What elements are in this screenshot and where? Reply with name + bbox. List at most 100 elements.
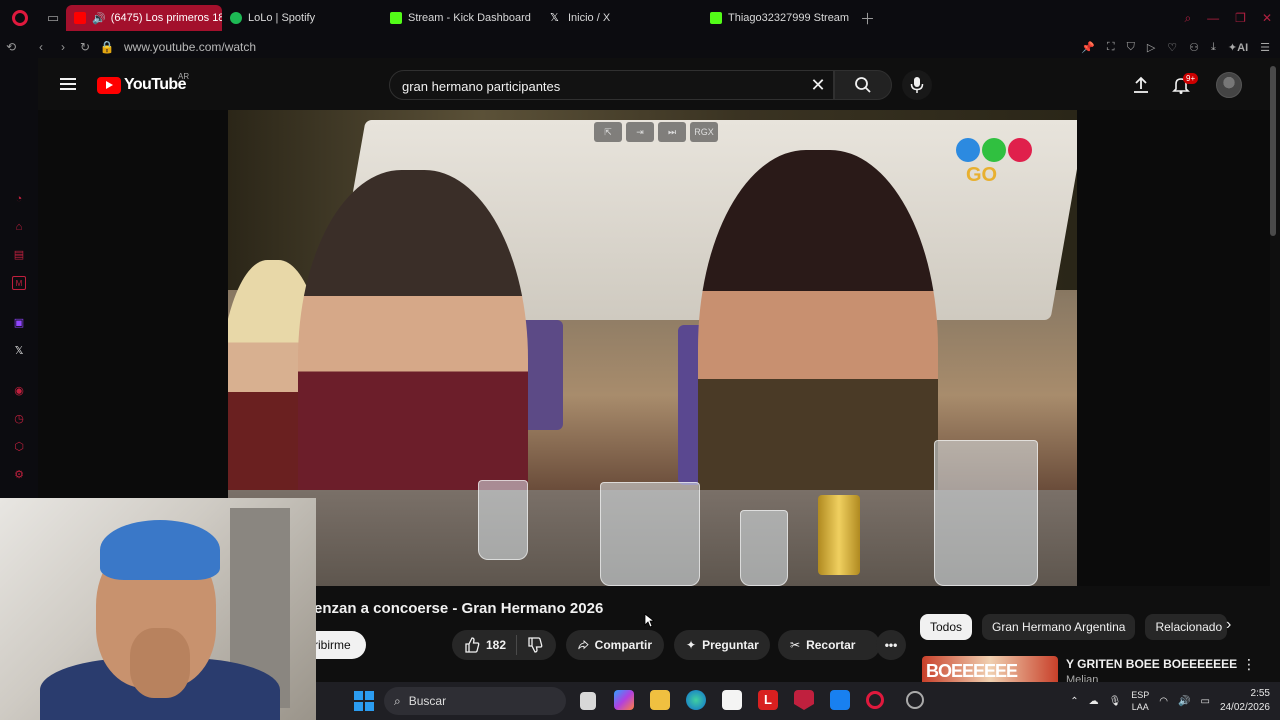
guide-menu-icon[interactable] <box>60 78 76 90</box>
volume-icon[interactable]: 🔊 <box>1178 696 1190 707</box>
sparkle-icon: ✦ <box>686 638 697 652</box>
taskbar-clock[interactable]: 2:55 24/02/2026 <box>1220 687 1270 715</box>
back-button[interactable]: ‹ <box>30 40 52 54</box>
settings-icon[interactable]: ⚙ <box>12 468 26 482</box>
account-icon[interactable]: ⚇ <box>1189 41 1199 54</box>
notification-badge: 9+ <box>1183 73 1199 84</box>
player-icon[interactable]: ◉ <box>12 384 26 398</box>
chip-gran-hermano-argentina[interactable]: Gran Hermano Argentina <box>982 614 1136 640</box>
reload-button[interactable]: ↻ <box>74 40 96 54</box>
upload-icon[interactable] <box>1132 76 1150 94</box>
tray-mic-icon[interactable]: 🎙 <box>1109 696 1122 707</box>
screenshot-icon[interactable]: ⛶ <box>1107 41 1115 54</box>
opera-sidebar: ◔ ⌂ ▤ M ▣ 𝕏 ◉ ◷ ⬡ ⚙ <box>0 58 38 498</box>
shield-app-icon[interactable] <box>794 690 814 710</box>
tab-kick-dashboard[interactable]: Stream - Kick Dashboard <box>382 5 542 31</box>
tab-spotify[interactable]: LoLo | Spotify <box>222 5 382 31</box>
aria-icon[interactable]: ◔ <box>12 192 26 206</box>
opera-menu-button[interactable] <box>0 0 40 36</box>
share-button[interactable]: Compartir <box>566 630 664 660</box>
clip-button[interactable]: ✂ Recortar <box>778 630 880 660</box>
file-explorer-icon[interactable] <box>650 690 670 710</box>
chips-next-arrow-icon[interactable]: › <box>1226 616 1246 638</box>
thumbs-down-icon[interactable] <box>527 637 543 653</box>
obs-icon[interactable] <box>906 691 924 709</box>
video-pitcher <box>600 482 700 586</box>
search-button[interactable] <box>834 70 892 100</box>
tab-label: Stream - Kick Dashboard <box>408 12 531 24</box>
tab-youtube[interactable]: 🔊 (6475) Los primeros 18 <box>66 5 222 31</box>
wifi-icon[interactable]: ◠ <box>1159 696 1168 707</box>
language-code: ESP <box>1131 690 1150 700</box>
minimize-button[interactable]: — <box>1207 11 1219 25</box>
tab-x[interactable]: 𝕏 Inicio / X <box>542 5 702 31</box>
close-window-button[interactable]: ✕ <box>1262 11 1272 25</box>
twitch-icon[interactable]: ▣ <box>12 316 26 330</box>
skip-icon[interactable]: ⏭ <box>658 122 686 142</box>
search-input[interactable]: gran hermano participantes ✕ <box>389 70 834 100</box>
related-filter-chips: Todos Gran Hermano Argentina Relacionado <box>920 614 1228 640</box>
task-view-icon[interactable] <box>580 692 596 710</box>
windows-start-icon[interactable] <box>354 691 374 711</box>
chip-todos[interactable]: Todos <box>920 614 973 640</box>
extensions-icon[interactable]: ⬡ <box>12 440 26 454</box>
watermark-dot <box>1008 138 1032 162</box>
address-bar-tools: 📌 ⛶ ⛉ ▷ ♡ ⚇ ⤓ ✦AI ☰ <box>1081 36 1270 58</box>
history-icon[interactable]: ◷ <box>12 412 26 426</box>
voice-search-button[interactable] <box>902 70 932 100</box>
chip-relacionado[interactable]: Relacionado <box>1145 614 1228 640</box>
menu-icon[interactable]: ☰ <box>1260 41 1270 54</box>
adblock-icon[interactable]: ⛉ <box>1127 41 1135 54</box>
recommended-video[interactable]: BOEEEEEE Y GRITEN BOEE BOEEEEEEE Melian … <box>920 652 1270 686</box>
overlay-badge[interactable]: RGX <box>690 122 718 142</box>
maximize-button[interactable]: ❐ <box>1235 11 1246 25</box>
like-count: 182 <box>486 638 507 652</box>
onedrive-icon[interactable]: ☁ <box>1089 696 1099 707</box>
sync-icon[interactable]: ⟲ <box>0 40 22 54</box>
recommended-menu-icon[interactable]: ⋮ <box>1242 656 1256 673</box>
clear-search-icon[interactable]: ✕ <box>807 74 829 96</box>
wallet-icon[interactable]: ▤ <box>12 248 26 262</box>
opera-taskbar-icon[interactable] <box>866 691 884 709</box>
language-indicator[interactable]: ESP LAA <box>1131 689 1149 713</box>
share-icon <box>578 640 589 650</box>
store-icon[interactable] <box>722 690 742 710</box>
microphone-icon <box>910 77 924 93</box>
popout-icon[interactable]: ⇱ <box>594 122 622 142</box>
like-button[interactable]: 182 <box>464 637 506 653</box>
messenger-icon[interactable]: M <box>12 276 26 290</box>
app-l-icon[interactable]: L <box>758 690 778 710</box>
bag-icon[interactable]: ⌂ <box>12 220 26 234</box>
download-icon[interactable]: ⤓ <box>1211 41 1216 54</box>
exit-icon[interactable]: ⇥ <box>626 122 654 142</box>
account-avatar[interactable] <box>1216 72 1242 98</box>
page-scrollbar[interactable] <box>1270 66 1276 236</box>
forward-button[interactable]: › <box>52 40 74 54</box>
search-query: gran hermano participantes <box>402 79 561 94</box>
ai-button[interactable]: ✦AI <box>1228 41 1248 54</box>
video-player[interactable]: GO ⇱ ⇥ ⏭ RGX <box>228 110 1077 586</box>
search-tabs-icon[interactable]: ⌕ <box>1184 11 1191 26</box>
tab-label: LoLo | Spotify <box>248 12 316 24</box>
tab-kick-stream[interactable]: Thiago32327999 Stream - <box>702 5 852 31</box>
x-sidebar-icon[interactable]: 𝕏 <box>12 344 26 358</box>
recommended-title[interactable]: Y GRITEN BOEE BOEEEEEEE <box>1066 657 1237 671</box>
clip-label: Recortar <box>806 638 856 652</box>
video-popout-icon[interactable]: ▷ <box>1147 41 1155 54</box>
ask-button[interactable]: ✦ Preguntar <box>674 630 770 660</box>
spotify-favicon-icon <box>230 12 242 24</box>
lock-icon[interactable]: 🔒 <box>96 40 118 54</box>
battery-icon[interactable]: ▭ <box>1200 696 1209 707</box>
new-tab-button[interactable]: ＋ <box>860 8 875 29</box>
copilot-icon[interactable] <box>614 690 634 710</box>
edge-icon[interactable] <box>686 690 706 710</box>
youtube-logo[interactable]: YouTube <box>97 76 186 94</box>
dropbox-icon[interactable] <box>830 690 850 710</box>
heart-icon[interactable]: ♡ <box>1167 41 1177 54</box>
taskbar-search[interactable]: ⌕ Buscar <box>384 687 566 715</box>
tray-overflow-icon[interactable]: ⌃ <box>1070 696 1078 707</box>
more-actions-button[interactable]: ••• <box>876 630 906 660</box>
tab-menu-icon[interactable]: ▭ <box>40 0 66 36</box>
pin-icon[interactable]: 📌 <box>1081 41 1095 54</box>
url-field[interactable]: www.youtube.com/watch <box>124 40 256 54</box>
